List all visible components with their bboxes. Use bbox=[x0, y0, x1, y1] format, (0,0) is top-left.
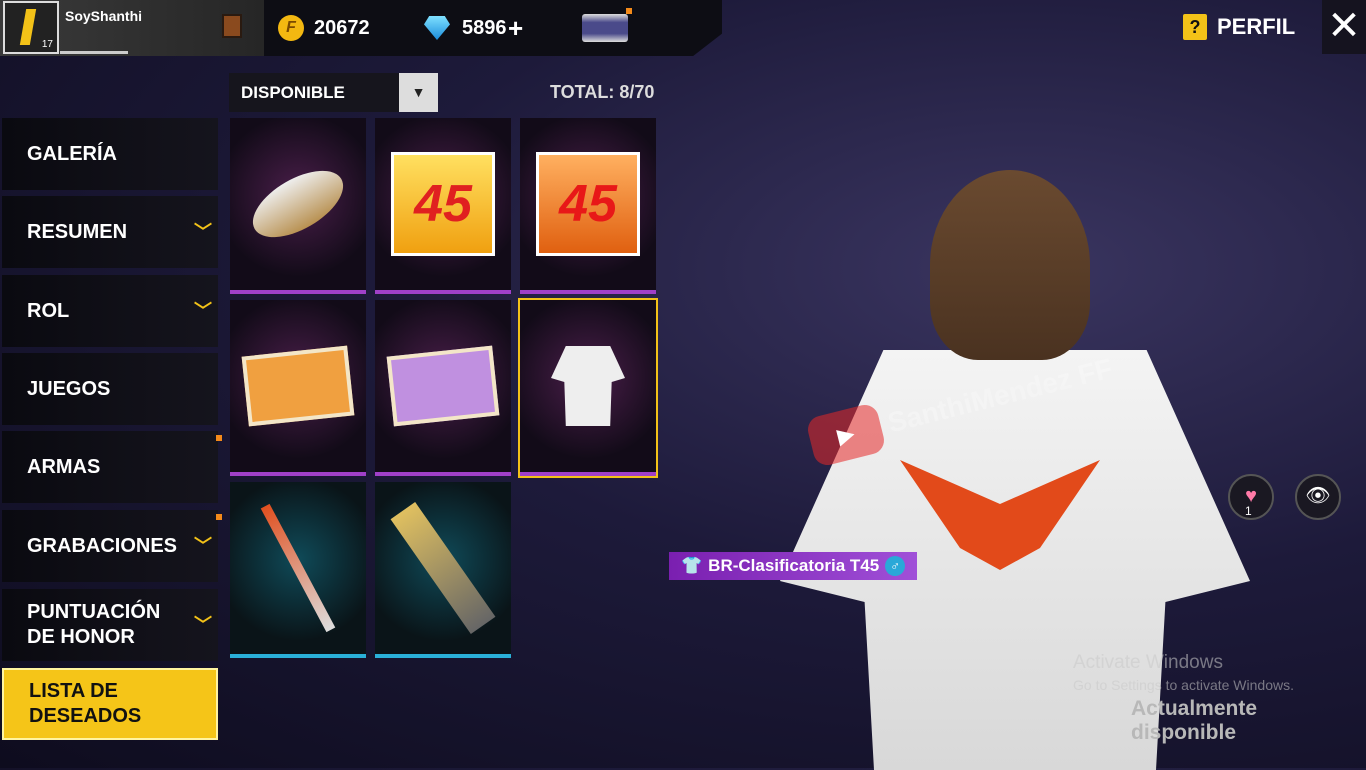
bat-image bbox=[260, 503, 336, 633]
sidebar-label: ARMAS bbox=[27, 455, 101, 478]
sidebar-item-grabaciones[interactable]: GRABACIONES ﹀ bbox=[2, 510, 222, 582]
sidebar-label: JUEGOS bbox=[27, 377, 111, 400]
sidebar-item-puntuacion-de-honor[interactable]: PUNTUACIÓN DE HONOR ﹀ bbox=[2, 589, 218, 661]
sidebar-label: PUNTUACIÓN DE HONOR bbox=[27, 601, 161, 648]
item-fish-card-purple[interactable] bbox=[375, 300, 511, 476]
player-level: 17 bbox=[41, 39, 53, 50]
gun-image bbox=[390, 502, 496, 634]
availability-status: Actualmente disponible bbox=[1131, 697, 1258, 744]
activate-windows-subtitle: Go to Settings to activate Windows. bbox=[1073, 677, 1294, 693]
notification-dot bbox=[216, 514, 222, 520]
rank-tag-text: BR-Clasificatoria T45 bbox=[708, 556, 880, 575]
xp-bar bbox=[60, 51, 128, 54]
help-icon[interactable]: ? bbox=[1183, 14, 1207, 40]
chevron-down-icon: ﹀ bbox=[194, 221, 212, 242]
total-count: TOTAL: 8/70 bbox=[550, 82, 655, 102]
sidebar-item-galeria[interactable]: GALERÍA bbox=[2, 118, 218, 190]
item-parachute[interactable] bbox=[230, 118, 366, 294]
sidebar-label: RESUMEN bbox=[27, 220, 128, 243]
top-bar: 17 SoyShanthi F 20672 5896 + bbox=[0, 0, 722, 56]
chevron-down-icon: ﹀ bbox=[194, 535, 212, 556]
diamonds-value: 5896 bbox=[462, 17, 507, 39]
fish-card-image bbox=[241, 345, 355, 427]
sidebar-item-armas[interactable]: ARMAS bbox=[2, 431, 222, 503]
activate-windows-title: Activate Windows bbox=[1073, 652, 1223, 673]
chevron-down-icon: ﹀ bbox=[194, 300, 212, 321]
availability-dropdown[interactable]: DISPONIBLE ▼ bbox=[229, 73, 438, 112]
like-count: 1 bbox=[1245, 504, 1252, 518]
chevron-down-icon: ﹀ bbox=[194, 614, 212, 635]
sidebar-label: GRABACIONES bbox=[27, 534, 178, 557]
item-badge-45-gold[interactable]: 45 bbox=[375, 118, 511, 294]
rank-icon[interactable] bbox=[222, 14, 242, 38]
dropdown-value: DISPONIBLE bbox=[241, 82, 345, 102]
player-nameplate[interactable]: 17 SoyShanthi bbox=[0, 0, 264, 56]
profile-header: ? PERFIL bbox=[1183, 14, 1295, 40]
shirt-icon: 👕 bbox=[681, 556, 703, 575]
sidebar-label: LISTA DE DESEADOS bbox=[29, 680, 142, 727]
add-diamonds-button[interactable]: + bbox=[508, 13, 523, 44]
item-gun[interactable] bbox=[375, 482, 511, 658]
sidebar-label: ROL bbox=[27, 299, 70, 322]
notification-dot bbox=[626, 8, 632, 14]
badge-45-image: 45 bbox=[391, 152, 495, 256]
diamond-icon bbox=[424, 16, 450, 40]
sidebar-item-juegos[interactable]: JUEGOS bbox=[2, 353, 218, 425]
sidebar-item-lista-de-deseados[interactable]: LISTA DE DESEADOS bbox=[2, 668, 218, 740]
close-button[interactable]: ✕ bbox=[1322, 0, 1366, 54]
player-name: SoyShanthi bbox=[65, 8, 143, 24]
vault-chest-icon[interactable] bbox=[582, 8, 632, 42]
person-eye-icon: 👁 bbox=[1305, 485, 1331, 507]
item-badge-45-orange[interactable]: 45 bbox=[520, 118, 656, 294]
male-gender-icon: ♂ bbox=[885, 556, 906, 576]
badge-45-image: 45 bbox=[536, 152, 640, 256]
view-pose-button[interactable]: 👁 bbox=[1295, 474, 1341, 520]
character-hair bbox=[930, 170, 1090, 360]
sidebar-label: GALERÍA bbox=[27, 142, 117, 165]
notification-dot bbox=[216, 435, 222, 441]
item-bat[interactable] bbox=[230, 482, 366, 658]
sidebar-item-rol[interactable]: ROL ﹀ bbox=[2, 275, 218, 347]
chevron-down-icon[interactable]: ▼ bbox=[399, 73, 438, 112]
parachute-image bbox=[242, 157, 354, 251]
sidebar-item-resumen[interactable]: RESUMEN ﹀ bbox=[2, 196, 218, 268]
profile-title: PERFIL bbox=[1217, 14, 1296, 39]
fish-card-image bbox=[386, 345, 500, 427]
sword-icon bbox=[19, 9, 37, 45]
rank-tag: 👕 BR-Clasificatoria T45 ♂ bbox=[669, 552, 917, 580]
item-shirt[interactable] bbox=[518, 298, 658, 478]
item-fish-card-orange[interactable] bbox=[230, 300, 366, 476]
shirt-image bbox=[551, 346, 625, 426]
gold-coin-icon: F bbox=[278, 15, 304, 41]
avatar[interactable]: 17 bbox=[3, 1, 59, 54]
coins-value: 20672 bbox=[314, 17, 370, 39]
